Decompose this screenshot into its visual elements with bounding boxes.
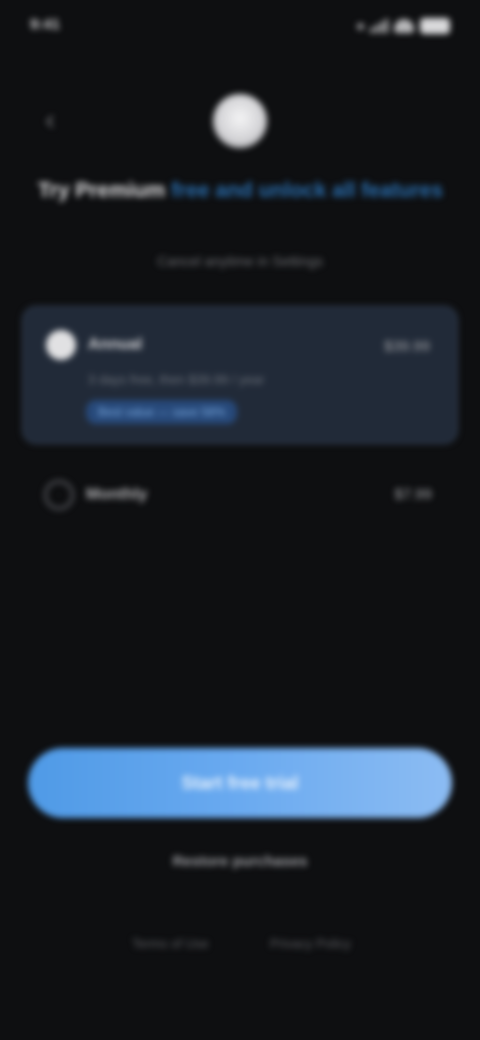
page-title: Try Premium free and unlock all features: [38, 178, 444, 203]
status-time: 9:41: [30, 16, 61, 33]
start-trial-button[interactable]: Start free trial: [28, 748, 452, 818]
radio-unchecked-icon[interactable]: [44, 480, 74, 510]
subtitle: Cancel anytime in Settings: [157, 253, 323, 269]
plan-title: Annual: [88, 336, 143, 353]
restore-purchases-link[interactable]: Restore purchases: [0, 853, 480, 870]
indicator-dot-icon: [357, 22, 364, 30]
plan-title: Monthly: [86, 486, 148, 503]
battery-icon: [420, 18, 450, 34]
signal-icon: [370, 19, 388, 33]
paywall-screen: 9:41 ‹ Try Premium free and unlock all f…: [0, 0, 480, 1040]
wifi-icon: [394, 19, 414, 33]
plan-price: $39.99: [384, 338, 430, 355]
back-button[interactable]: ‹: [30, 100, 70, 140]
plan-price: $7.99: [394, 486, 432, 503]
title-highlight: free and unlock all features: [171, 179, 443, 202]
plan-description: 3 days free, then $39.99 / year: [88, 372, 265, 387]
title-text: Try Premium free and unlock all features: [38, 179, 443, 202]
status-icons: [357, 18, 450, 34]
chevron-left-icon: ‹: [45, 104, 55, 135]
privacy-link[interactable]: Privacy Policy: [270, 936, 351, 951]
radio-checked-icon[interactable]: [46, 330, 76, 360]
plan-option-annual[interactable]: Annual $39.99 3 days free, then $39.99 /…: [22, 306, 458, 444]
terms-link[interactable]: Terms of Use: [132, 936, 209, 951]
plan-option-monthly[interactable]: Monthly $7.99: [22, 470, 458, 526]
app-logo-icon: [213, 94, 267, 148]
savings-badge: Best value — save 58%: [86, 400, 238, 424]
status-bar: 9:41: [30, 14, 450, 40]
